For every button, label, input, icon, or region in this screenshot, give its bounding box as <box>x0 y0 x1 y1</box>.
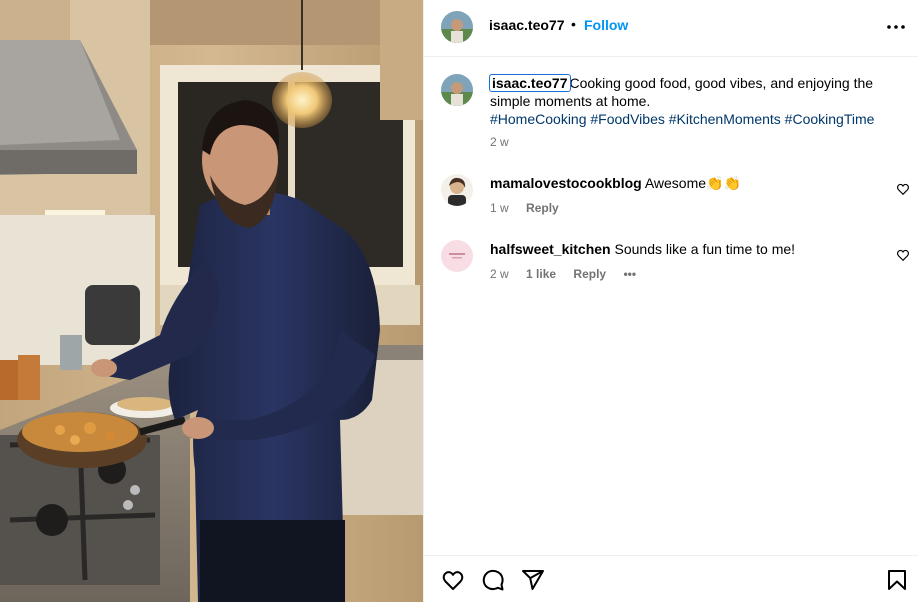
post-photo[interactable] <box>0 0 423 602</box>
comment-text: Awesome👏👏 <box>644 175 741 191</box>
heart-icon[interactable] <box>441 568 465 592</box>
comment-like-icon[interactable] <box>896 248 910 262</box>
author-avatar-image <box>441 11 473 43</box>
caption-avatar-image <box>441 74 473 106</box>
commenter-username[interactable]: halfsweet_kitchen <box>490 241 611 257</box>
post-action-bar <box>424 555 918 602</box>
cooking-photo <box>0 0 423 602</box>
share-icon[interactable] <box>521 568 545 592</box>
post-header: isaac.teo77 • Follow <box>424 0 918 57</box>
comment-meta: 2 w 1 like Reply ••• <box>490 267 650 281</box>
more-horizontal-icon <box>887 25 905 29</box>
comment-time[interactable]: 2 w <box>490 267 509 281</box>
commenter-avatar[interactable] <box>441 240 473 272</box>
caption-hashtags[interactable]: #HomeCooking #FoodVibes #KitchenMoments … <box>490 111 874 127</box>
post-details-panel: isaac.teo77 • Follow isaac.teo77 Cooking … <box>423 0 918 602</box>
comment-text: Sounds like a fun time to me! <box>614 241 796 257</box>
comment-more-button[interactable]: ••• <box>623 267 636 281</box>
more-options-button[interactable] <box>884 16 908 38</box>
comment-time[interactable]: 1 w <box>490 201 509 215</box>
bookmark-icon[interactable] <box>885 568 909 592</box>
caption-time[interactable]: 2 w <box>490 135 509 149</box>
comment-icon[interactable] <box>481 568 505 592</box>
commenter-avatar-image <box>441 240 473 272</box>
commenter-username[interactable]: mamalovestocookblog <box>490 175 642 191</box>
caption-avatar[interactable] <box>441 74 473 106</box>
comment-meta: 1 w Reply <box>490 201 573 215</box>
author-avatar[interactable] <box>441 11 473 43</box>
caption-username[interactable]: isaac.teo77 <box>489 74 571 92</box>
commenter-avatar[interactable] <box>441 174 473 206</box>
reply-button[interactable]: Reply <box>526 201 559 215</box>
caption-meta: 2 w <box>490 135 523 149</box>
comment-like-icon[interactable] <box>896 182 910 196</box>
comment-likes[interactable]: 1 like <box>526 267 556 281</box>
author-username[interactable]: isaac.teo77 <box>489 17 565 33</box>
header-separator: • <box>571 16 576 32</box>
comment-text-block: halfsweet_kitchen Sounds like a fun time… <box>490 240 900 258</box>
follow-button[interactable]: Follow <box>584 17 628 33</box>
reply-button[interactable]: Reply <box>573 267 606 281</box>
caption-text-block: isaac.teo77 Cooking good food, good vibes… <box>489 74 900 128</box>
comment-text-block: mamalovestocookblog Awesome👏👏 <box>490 174 900 192</box>
commenter-avatar-image <box>441 174 473 206</box>
